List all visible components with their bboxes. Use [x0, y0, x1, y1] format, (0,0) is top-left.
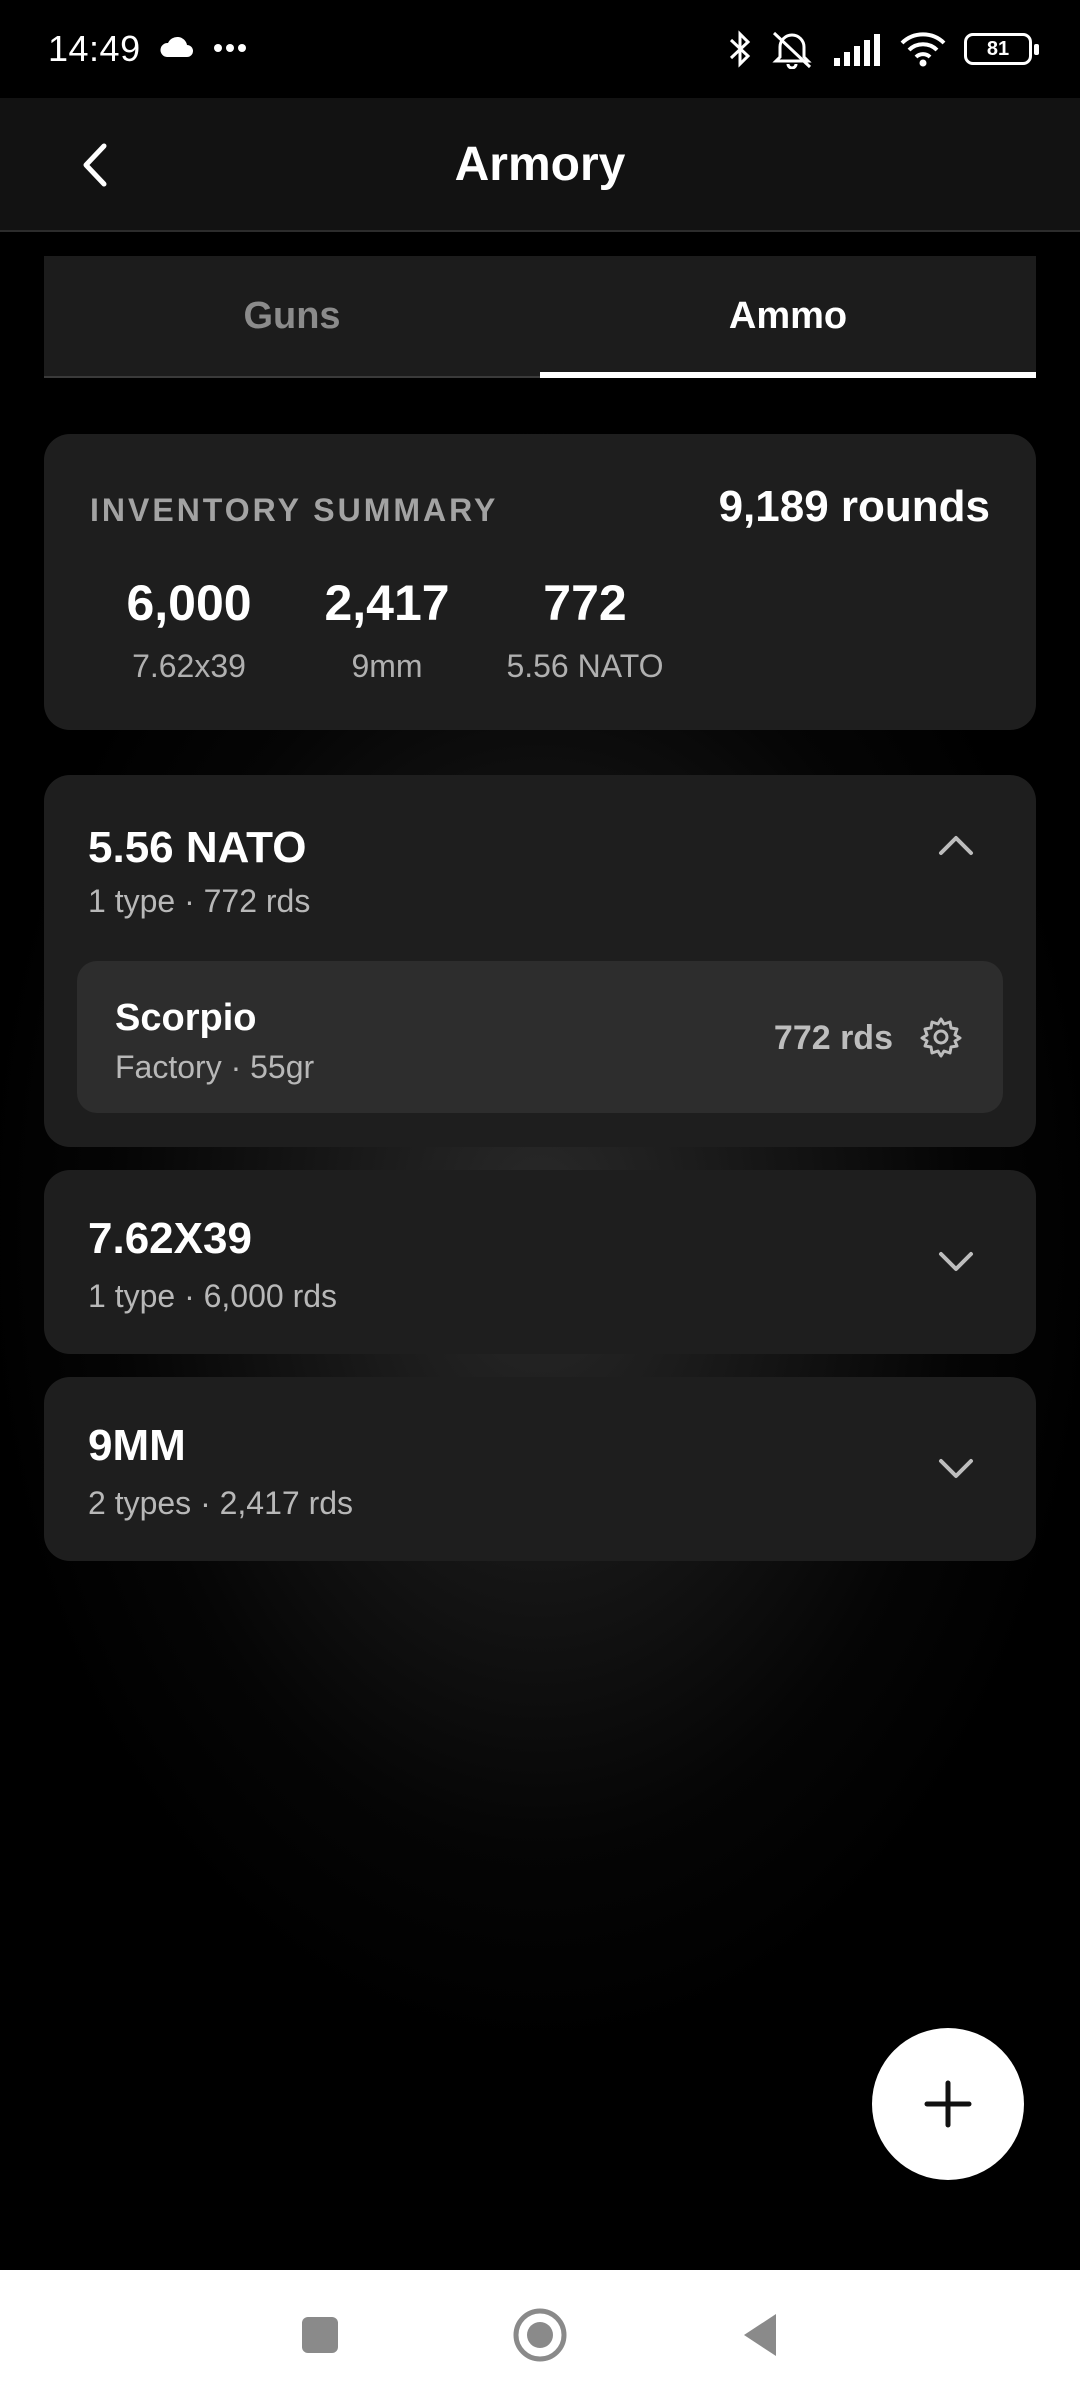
page-title: Armory [454, 137, 626, 191]
stat-9mm: 2,417 9mm [288, 574, 486, 685]
tab-bar: Guns Ammo [44, 256, 1036, 378]
battery-icon: 81 [964, 33, 1039, 65]
stat-762: 6,000 7.62x39 [90, 574, 288, 685]
stat-value: 6,000 [126, 575, 252, 631]
recents-square-icon [302, 2317, 338, 2353]
plus-icon [924, 2080, 972, 2128]
cloud-icon [159, 35, 195, 64]
summary-label: INVENTORY SUMMARY [90, 492, 499, 528]
group-title: 5.56 NATO [88, 823, 307, 872]
inventory-summary-card: INVENTORY SUMMARY 9,189 rounds 6,000 7.6… [44, 434, 1036, 730]
expand-toggle[interactable] [926, 1232, 986, 1292]
tab-ammo[interactable]: Ammo [540, 256, 1036, 378]
status-left: 14:49 [48, 28, 247, 70]
stat-label: 5.56 NATO [506, 648, 664, 684]
group-subtitle: 2 types · 2,417 rds [88, 1485, 354, 1521]
mute-icon [770, 29, 814, 69]
summary-total: 9,189 rounds [718, 482, 990, 531]
group-subtitle: 1 type · 772 rds [88, 883, 311, 919]
gear-icon [920, 1017, 962, 1058]
back-triangle-icon [744, 2314, 776, 2356]
tab-guns[interactable]: Guns [44, 256, 540, 376]
battery-level: 81 [986, 37, 1010, 60]
collapse-toggle[interactable] [926, 815, 986, 875]
ammo-group-9mm[interactable]: 9MM 2 types · 2,417 rds [44, 1377, 1036, 1561]
stat-556: 772 5.56 NATO [486, 574, 684, 685]
signal-icon [832, 32, 882, 66]
app-bar: Armory [0, 98, 1080, 232]
wifi-icon [900, 31, 946, 67]
item-settings-button[interactable] [913, 1009, 969, 1065]
status-time: 14:49 [48, 28, 141, 69]
status-right: 81 [728, 29, 1039, 69]
chevron-down-icon [939, 1252, 973, 1271]
back-button[interactable] [60, 130, 130, 200]
home-button[interactable] [505, 2300, 575, 2370]
recents-button[interactable] [285, 2300, 355, 2370]
add-ammo-button[interactable] [872, 2028, 1024, 2180]
status-bar: 14:49 81 [0, 0, 1080, 98]
expand-toggle[interactable] [926, 1439, 986, 1499]
group-subtitle: 1 type · 6,000 rds [88, 1278, 338, 1314]
chevron-down-icon [939, 1459, 973, 1478]
stat-value: 772 [543, 575, 627, 631]
back-nav-button[interactable] [725, 2300, 795, 2370]
more-dots-icon [213, 40, 247, 58]
stat-label: 9mm [351, 648, 423, 684]
summary-stats: 6,000 7.62x39 2,417 9mm 772 5.56 NATO [90, 574, 684, 685]
item-subtitle: Factory · 55gr [115, 1049, 315, 1085]
group-title: 7.62X39 [88, 1214, 252, 1263]
back-arrow-icon [83, 143, 107, 187]
ammo-group-556-nato: 5.56 NATO 1 type · 772 rds Scorpio Facto… [44, 775, 1036, 1147]
chevron-up-icon [939, 836, 973, 855]
item-count: 772 rds [773, 1019, 893, 1057]
group-title: 9MM [88, 1421, 186, 1470]
item-name: Scorpio [115, 997, 257, 1039]
bluetooth-icon [728, 30, 752, 68]
ammo-group-762x39[interactable]: 7.62X39 1 type · 6,000 rds [44, 1170, 1036, 1354]
stat-label: 7.62x39 [132, 648, 246, 684]
system-nav-bar [0, 2270, 1080, 2400]
stat-value: 2,417 [324, 575, 450, 631]
ammo-item-scorpio[interactable]: Scorpio Factory · 55gr 772 rds [77, 961, 1003, 1113]
home-circle-icon [513, 2308, 567, 2362]
